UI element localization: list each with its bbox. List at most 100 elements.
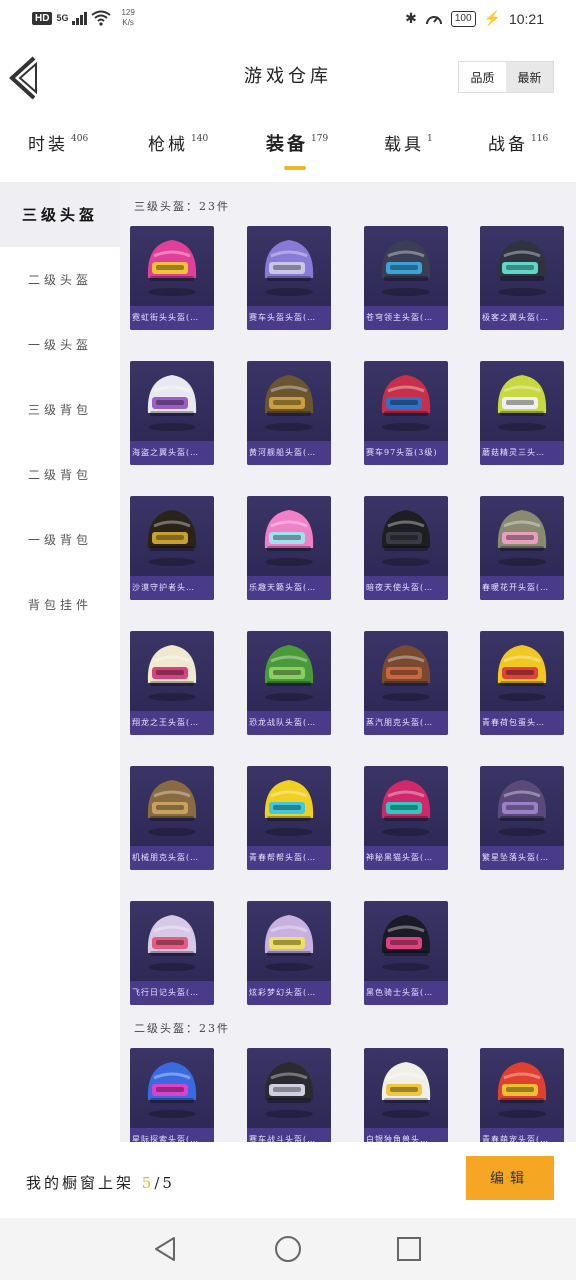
item-card[interactable]: 赛车战斗头盔(… (247, 1048, 331, 1142)
tab-vehicles[interactable]: 载具 1 (384, 130, 433, 155)
item-card[interactable]: 蘑菇精灵三头… (480, 361, 564, 465)
helmet-icon (147, 645, 197, 701)
sidebar-item-level3-helmet[interactable]: 三级头盔 (0, 182, 120, 247)
active-tab-indicator (284, 166, 306, 170)
edit-button[interactable]: 编辑 (466, 1156, 554, 1200)
item-card[interactable]: 青春帮帮头盔(… (247, 766, 331, 870)
item-name: 赛车头盔头盔(… (247, 306, 331, 330)
tab-count: 179 (311, 134, 329, 144)
charging-icon: ⚡ (483, 10, 501, 26)
hd-badge: HD (32, 11, 53, 25)
helmet-icon (497, 1062, 547, 1118)
item-card[interactable]: 乐趣天籁头盔(… (247, 496, 331, 600)
item-name: 繁星坠落头盔(… (480, 846, 564, 870)
item-name: 黄河舰船头盔(… (247, 441, 331, 465)
sort-quality-button[interactable]: 品质 (459, 62, 506, 92)
item-grid: 三级头盔：23件 二级头盔：23件 霓虹街头头盔(… 赛车头盔头盔(… 苍穹领主头盔… (120, 182, 576, 1142)
item-card[interactable]: 飞行日记头盔(… (130, 901, 214, 1005)
item-name: 飞行日记头盔(… (130, 981, 214, 1005)
helmet-icon (147, 375, 197, 431)
showcase-bar: 我的橱窗上架 5/5 编辑 (0, 1142, 576, 1218)
showcase-status: 我的橱窗上架 5/5 (26, 1172, 175, 1193)
tab-fashion[interactable]: 时装 406 (28, 130, 88, 155)
speed-unit: K/s (122, 18, 134, 27)
helmet-icon (264, 915, 314, 971)
helmet-icon (264, 780, 314, 836)
tab-equipment[interactable]: 装备 179 (266, 130, 328, 156)
helmet-icon (381, 510, 431, 566)
clock: 10:21 (508, 10, 544, 27)
item-name: 青春萌宠头盔(… (480, 1128, 564, 1142)
helmet-icon (147, 240, 197, 296)
nav-back-icon[interactable] (150, 1234, 180, 1264)
speedometer-icon (425, 15, 442, 24)
item-card[interactable]: 霓虹街头头盔(… (130, 226, 214, 330)
wifi-icon (91, 10, 112, 26)
item-card[interactable]: 极客之翼头盔(… (480, 226, 564, 330)
item-card[interactable]: 繁星坠落头盔(… (480, 766, 564, 870)
helmet-icon (381, 375, 431, 431)
helmet-icon (381, 1062, 431, 1118)
tab-count: 1 (427, 134, 433, 144)
item-card[interactable]: 白银独角兽头… (364, 1048, 448, 1142)
item-name: 蘑菇精灵三头… (480, 441, 564, 465)
item-card[interactable]: 翔龙之王头盔(… (130, 631, 214, 735)
helmet-icon (381, 645, 431, 701)
helmet-icon (381, 780, 431, 836)
helmet-icon (497, 645, 547, 701)
helmet-icon (264, 1062, 314, 1118)
sidebar-item-level1-backpack[interactable]: 一级背包 (0, 507, 120, 572)
item-name: 黑色骑士头盔(… (364, 981, 448, 1005)
item-card[interactable]: 机械朋克头盔(… (130, 766, 214, 870)
item-card[interactable]: 赛车头盔头盔(… (247, 226, 331, 330)
sidebar-item-level3-backpack[interactable]: 三级背包 (0, 377, 120, 442)
item-card[interactable]: 蒸汽朋克头盔(… (364, 631, 448, 735)
sidebar-item-level1-helmet[interactable]: 一级头盔 (0, 312, 120, 377)
helmet-icon (381, 240, 431, 296)
nav-recents-icon[interactable] (394, 1234, 424, 1264)
item-card[interactable]: 黄河舰船头盔(… (247, 361, 331, 465)
helmet-icon (264, 375, 314, 431)
item-name: 霓虹街头头盔(… (130, 306, 214, 330)
tab-label: 载具 (384, 135, 424, 155)
tab-combat-supplies[interactable]: 战备 116 (488, 130, 548, 155)
item-card[interactable]: 青春荷包蛋头… (480, 631, 564, 735)
sidebar-item-level2-helmet[interactable]: 二级头盔 (0, 247, 120, 312)
tab-label: 时装 (28, 135, 68, 155)
helmet-icon (381, 915, 431, 971)
status-bar: HD 5G 129 K/s ✱ 100 ⚡ 10:21 (0, 0, 576, 40)
sidebar-item-level2-backpack[interactable]: 二级背包 (0, 442, 120, 507)
sort-newest-button[interactable]: 最新 (506, 62, 553, 92)
helmet-icon (264, 645, 314, 701)
item-name: 神秘黑猫头盔(… (364, 846, 448, 870)
tab-count: 116 (531, 134, 549, 144)
item-card[interactable]: 黑色骑士头盔(… (364, 901, 448, 1005)
item-card[interactable]: 春暖花开头盔(… (480, 496, 564, 600)
item-name: 沙漠守护者头… (130, 576, 214, 600)
helmet-icon (147, 780, 197, 836)
item-card[interactable]: 恐龙战队头盔(… (247, 631, 331, 735)
item-card[interactable]: 星际探索头盔(… (130, 1048, 214, 1142)
item-card[interactable]: 苍穹领主头盔(… (364, 226, 448, 330)
item-name: 星际探索头盔(… (130, 1128, 214, 1142)
item-card[interactable]: 海盗之翼头盔(… (130, 361, 214, 465)
helmet-icon (497, 510, 547, 566)
item-card[interactable]: 赛车97头盔(3级) (364, 361, 448, 465)
sort-toggle: 品质 最新 (458, 61, 554, 93)
network-type: 5G (56, 12, 69, 23)
helmet-icon (264, 510, 314, 566)
nav-home-icon[interactable] (273, 1234, 303, 1264)
item-name: 翔龙之王头盔(… (130, 711, 214, 735)
helmet-icon (497, 240, 547, 296)
tab-guns[interactable]: 枪械 140 (148, 130, 208, 155)
item-card[interactable]: 炫彩梦幻头盔(… (247, 901, 331, 1005)
item-card[interactable]: 神秘黑猫头盔(… (364, 766, 448, 870)
item-name: 极客之翼头盔(… (480, 306, 564, 330)
item-card[interactable]: 沙漠守护者头… (130, 496, 214, 600)
item-card[interactable]: 暗夜天使头盔(… (364, 496, 448, 600)
item-card[interactable]: 青春萌宠头盔(… (480, 1048, 564, 1142)
sidebar-item-backpack-charm[interactable]: 背包挂件 (0, 572, 120, 637)
tab-label: 战备 (488, 135, 528, 155)
system-nav-bar (0, 1218, 576, 1280)
tab-label: 枪械 (148, 135, 188, 155)
